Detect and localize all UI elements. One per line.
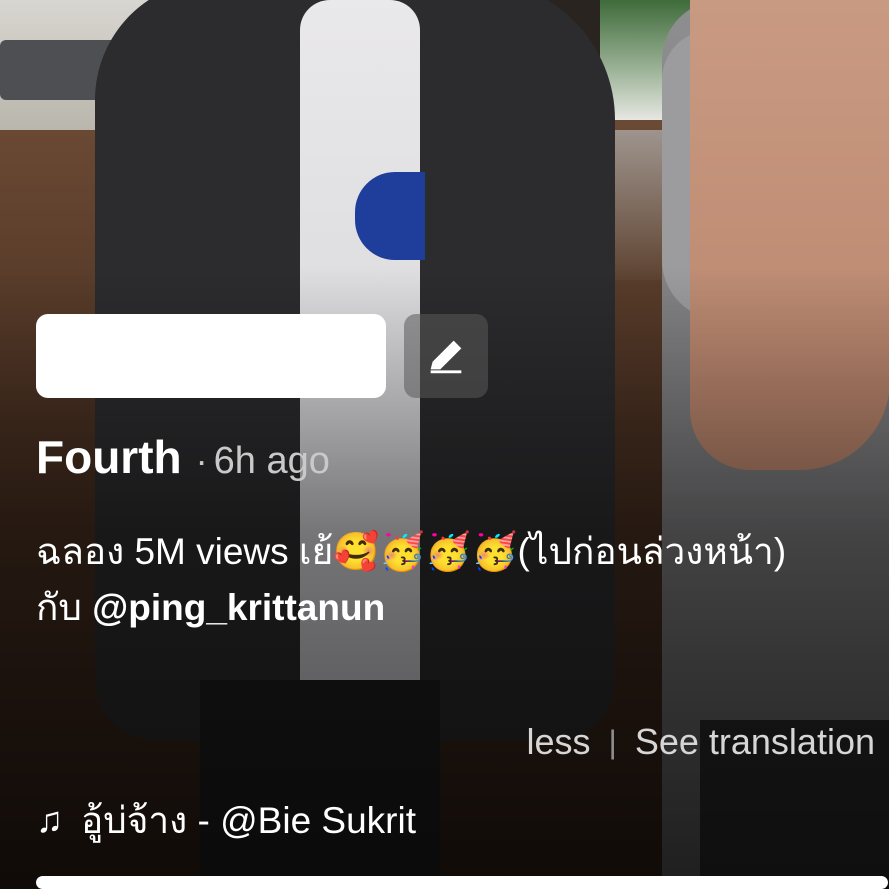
user-mention-link[interactable]: @ping_krittanun bbox=[92, 587, 385, 628]
author-name[interactable]: Fourth bbox=[36, 430, 182, 484]
video-progress-fill bbox=[36, 876, 888, 889]
caption-actions: less | See translation bbox=[527, 716, 876, 768]
caption-mention-line: กับ @ping_krittanun bbox=[36, 580, 876, 636]
edit-button[interactable] bbox=[404, 314, 488, 398]
caption-prefix: กับ bbox=[36, 587, 93, 628]
music-title[interactable]: อู้บ่จ้าง - @Bie Sukrit bbox=[81, 791, 416, 850]
less-button[interactable]: less bbox=[527, 721, 591, 763]
video-progress-bar[interactable] bbox=[36, 876, 888, 889]
post-meta: Fourth · 6h ago bbox=[36, 430, 330, 486]
see-translation-button[interactable]: See translation bbox=[635, 721, 875, 763]
music-note-icon: ♫ bbox=[36, 799, 63, 840]
action-divider: | bbox=[608, 723, 617, 760]
post-caption: ฉลอง 5M views เย้🥰🥳🥳🥳(ไปก่อนล่วงหน้า) กั… bbox=[36, 524, 876, 636]
caption-text: ฉลอง 5M views เย้🥰🥳🥳🥳(ไปก่อนล่วงหน้า) bbox=[36, 531, 787, 572]
pencil-icon bbox=[430, 340, 462, 374]
post-time: 6h ago bbox=[213, 440, 330, 482]
meta-separator: · bbox=[195, 440, 208, 481]
music-info[interactable]: ♫ อู้บ่จ้าง - @Bie Sukrit bbox=[36, 794, 416, 846]
text-input-field[interactable] bbox=[36, 314, 386, 398]
